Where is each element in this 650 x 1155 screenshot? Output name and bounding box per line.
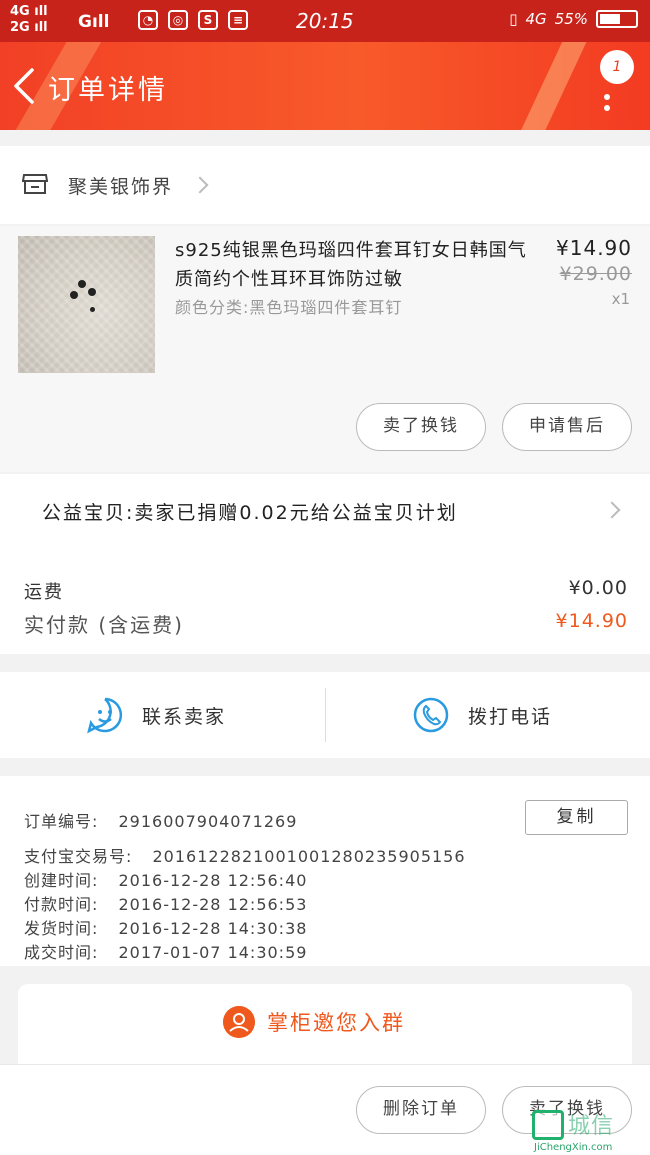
contact-bar: 联系卖家 拨打电话: [0, 672, 650, 758]
call-phone-button[interactable]: 拨打电话: [412, 672, 552, 758]
watermark-url: JiChengXin.com: [534, 1142, 613, 1153]
paid-time: 2016-12-28 12:56:53: [118, 895, 308, 914]
clock: 20:15: [296, 9, 354, 33]
chevron-right-icon: [603, 501, 621, 519]
order-number: 2916007904071269: [118, 812, 298, 831]
shipping-label: 运费: [24, 582, 64, 603]
product-item[interactable]: s925纯银黑色玛瑙四件套耳钉女日韩国气质简约个性耳环耳饰防过敏 颜色分类:黑色…: [0, 226, 650, 472]
shipping-value: ¥0.00: [568, 577, 628, 599]
watermark: 城信 JiChengXin.com: [530, 1108, 650, 1155]
delete-order-button[interactable]: 删除订单: [356, 1086, 486, 1134]
charity-text: 公益宝贝:卖家已捐赠0.02元给公益宝贝计划: [42, 502, 458, 524]
fee-summary: 运费 ¥0.00 实付款 (含运费) ¥14.90: [0, 546, 650, 654]
network-type-bottom: 2G: [10, 20, 30, 35]
shipped-time-line: 发货时间: 2016-12-28 14:30:38: [24, 915, 307, 939]
exchange-button[interactable]: 卖了换钱: [356, 403, 486, 451]
product-quantity: x1: [611, 290, 630, 308]
contact-seller-label: 联系卖家: [142, 705, 227, 728]
product-title: s925纯银黑色玛瑙四件套耳钉女日韩国气质简约个性耳环耳饰防过敏: [175, 240, 527, 290]
status-bar: 4G ıll 2G ıll Gıll ◔ ◎ S ≡ 20:15 ▯ 4G 55…: [0, 0, 650, 42]
watermark-logo-icon: [532, 1110, 564, 1140]
network-type-right: 4G: [525, 10, 547, 28]
page-title: 订单详情: [48, 75, 168, 106]
contact-seller-button[interactable]: 联系卖家: [86, 672, 226, 758]
product-image[interactable]: [18, 236, 155, 373]
message-badge[interactable]: 1: [600, 50, 634, 84]
done-time: 2017-01-07 14:30:59: [118, 943, 308, 962]
product-original-price: ¥29.00: [559, 263, 632, 285]
alipay-number-line: 支付宝交易号: 2016122821001001280235905156: [24, 843, 466, 867]
done-time-line: 成交时间: 2017-01-07 14:30:59: [24, 939, 307, 963]
paid-time-line: 付款时间: 2016-12-28 12:56:53: [24, 891, 307, 915]
weibo-icon: ◎: [168, 10, 188, 30]
more-menu-icon[interactable]: [604, 94, 610, 100]
created-time-label: 创建时间:: [24, 871, 99, 890]
watermark-text: 城信: [568, 1114, 615, 1139]
call-phone-label: 拨打电话: [468, 705, 553, 728]
order-number-label: 订单编号:: [24, 812, 99, 831]
alipay-number-label: 支付宝交易号:: [24, 847, 133, 866]
shop-row[interactable]: 聚美银饰界: [0, 146, 650, 224]
store-icon: [22, 174, 48, 194]
signal-g: Gıll: [78, 12, 110, 32]
signal-indicator: 4G ıll 2G ıll: [10, 4, 48, 35]
status-right: ▯ 4G 55%: [509, 10, 638, 28]
chat-icon: [87, 697, 123, 734]
group-invite-card[interactable]: 掌柜邀您入群: [18, 984, 632, 1074]
shipped-time-label: 发货时间:: [24, 919, 99, 938]
nav-bar: 订单详情 1: [0, 42, 650, 130]
vibrate-icon: ▯: [509, 10, 518, 28]
app-s-icon: S: [198, 10, 218, 30]
network-type-top: 4G: [10, 4, 30, 19]
shop-name: 聚美银饰界: [68, 176, 174, 198]
shipped-time: 2016-12-28 14:30:38: [118, 919, 308, 938]
product-price: ¥14.90: [556, 236, 632, 260]
battery-icon: [596, 10, 638, 28]
paid-label: 实付款 (含运费): [24, 613, 184, 637]
group-invite-label: 掌柜邀您入群: [267, 1011, 405, 1035]
battery-percent: 55%: [554, 10, 588, 28]
notification-icons: ◔ ◎ S ≡: [138, 10, 248, 30]
product-spec: 颜色分类:黑色玛瑙四件套耳钉: [175, 298, 403, 317]
database-icon: ≡: [228, 10, 248, 30]
group-icon: [223, 1006, 255, 1038]
created-time: 2016-12-28 12:56:40: [118, 871, 308, 890]
paid-time-label: 付款时间:: [24, 895, 99, 914]
phone-icon: [413, 697, 449, 733]
paid-value: ¥14.90: [555, 610, 628, 632]
order-number-line: 订单编号: 2916007904071269: [24, 808, 297, 832]
chevron-right-icon: [191, 176, 209, 194]
wechat-icon: ◔: [138, 10, 158, 30]
back-arrow-icon[interactable]: [10, 64, 40, 108]
alipay-number: 2016122821001001280235905156: [152, 847, 466, 866]
charity-row[interactable]: 公益宝贝:卖家已捐赠0.02元给公益宝贝计划: [0, 474, 650, 546]
done-time-label: 成交时间:: [24, 943, 99, 962]
order-info: 订单编号: 2916007904071269 复制 支付宝交易号: 201612…: [0, 776, 650, 966]
created-time-line: 创建时间: 2016-12-28 12:56:40: [24, 867, 307, 891]
copy-button[interactable]: 复制: [525, 800, 628, 835]
after-sale-button[interactable]: 申请售后: [502, 403, 632, 451]
